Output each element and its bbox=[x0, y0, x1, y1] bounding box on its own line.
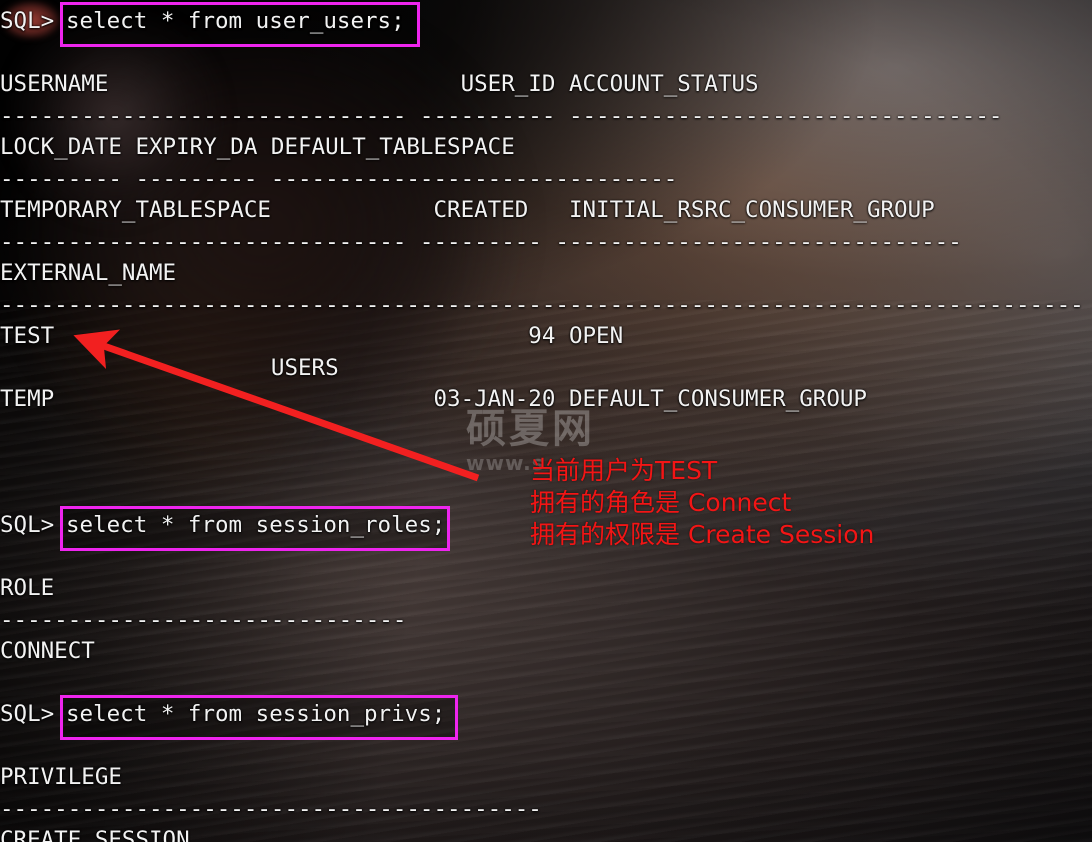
annotation-line-3: 拥有的权限是 Create Session bbox=[530, 520, 875, 549]
terminal-line-row-2: USERS bbox=[0, 355, 339, 381]
terminal-line-row-3: TEMP 03-JAN-20 DEFAULT_CONSUMER_GROUP bbox=[0, 386, 867, 412]
terminal-line-hdr-6: PRIVILEGE bbox=[0, 764, 122, 790]
sql-command-text: select * from session_privs; bbox=[66, 701, 446, 727]
terminal-line-sep-5: ------------------------------ bbox=[0, 607, 407, 633]
terminal-line-hdr-3: TEMPORARY_TABLESPACE CREATED INITIAL_RSR… bbox=[0, 197, 935, 223]
terminal-line-row-4: CONNECT bbox=[0, 638, 95, 664]
terminal-line-sep-1: ------------------------------ ---------… bbox=[0, 103, 1003, 129]
annotation-line-2: 拥有的角色是 Connect bbox=[530, 488, 792, 517]
sql-command-text: select * from user_users; bbox=[66, 8, 405, 34]
terminal-line-cmd-3-prompt: SQL> bbox=[0, 701, 55, 727]
terminal-line-row-1: TEST 94 OPEN bbox=[0, 323, 624, 349]
terminal-screenshot: 硕夏网 www.s SQL> USERNAME USER_ID ACCOUNT_S… bbox=[0, 0, 1092, 842]
terminal-line-row-5: CREATE SESSION bbox=[0, 827, 190, 842]
terminal-line-hdr-5: ROLE bbox=[0, 575, 55, 601]
terminal-line-sep-6: ---------------------------------------- bbox=[0, 796, 542, 822]
sql-command-text: select * from session_roles; bbox=[66, 512, 446, 538]
terminal-line-hdr-2: LOCK_DATE EXPIRY_DA DEFAULT_TABLESPACE bbox=[0, 134, 515, 160]
terminal-line-cmd-1-prompt: SQL> bbox=[0, 8, 55, 34]
red-annotation-text: 当前用户为TEST 拥有的角色是 Connect 拥有的权限是 Create Ses… bbox=[530, 455, 874, 551]
annotation-line-1: 当前用户为TEST bbox=[530, 456, 718, 485]
terminal-line-sep-2: --------- --------- --------------------… bbox=[0, 166, 678, 192]
terminal-line-sep-3: ------------------------------ ---------… bbox=[0, 229, 962, 255]
terminal-line-hdr-4: EXTERNAL_NAME bbox=[0, 260, 177, 286]
terminal-line-cmd-2-prompt: SQL> bbox=[0, 512, 55, 538]
terminal-line-sep-4: ----------------------------------------… bbox=[0, 292, 1084, 318]
terminal-line-hdr-1: USERNAME USER_ID ACCOUNT_STATUS bbox=[0, 71, 759, 97]
